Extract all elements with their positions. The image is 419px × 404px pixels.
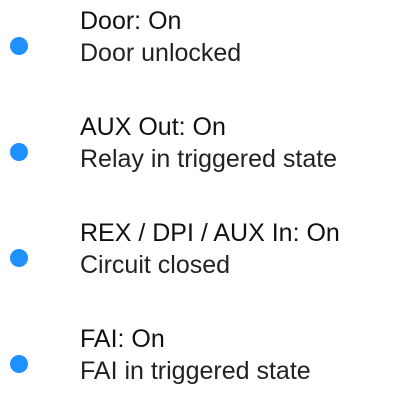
status-title: AUX Out: On (80, 113, 226, 141)
status-dot-icon (10, 143, 28, 161)
status-dot-icon (10, 249, 28, 267)
status-title: REX / DPI / AUX In: On (80, 219, 340, 247)
status-item-rex-dpi-aux-in: REX / DPI / AUX In: On Circuit closed (0, 218, 419, 298)
status-legend: Door: On Door unlocked AUX Out: On Relay… (0, 0, 419, 392)
status-dot-icon (10, 355, 28, 373)
status-dot-icon (10, 37, 28, 55)
status-description: FAI in triggered state (80, 357, 311, 385)
status-item-door: Door: On Door unlocked (0, 6, 419, 86)
status-title: FAI: On (80, 325, 165, 353)
status-title: Door: On (80, 7, 182, 35)
status-description: Relay in triggered state (80, 145, 338, 173)
status-item-aux-out: AUX Out: On Relay in triggered state (0, 112, 419, 192)
status-description: Door unlocked (80, 39, 242, 67)
status-description: Circuit closed (80, 251, 231, 279)
status-item-fai: FAI: On FAI in triggered state (0, 324, 419, 404)
